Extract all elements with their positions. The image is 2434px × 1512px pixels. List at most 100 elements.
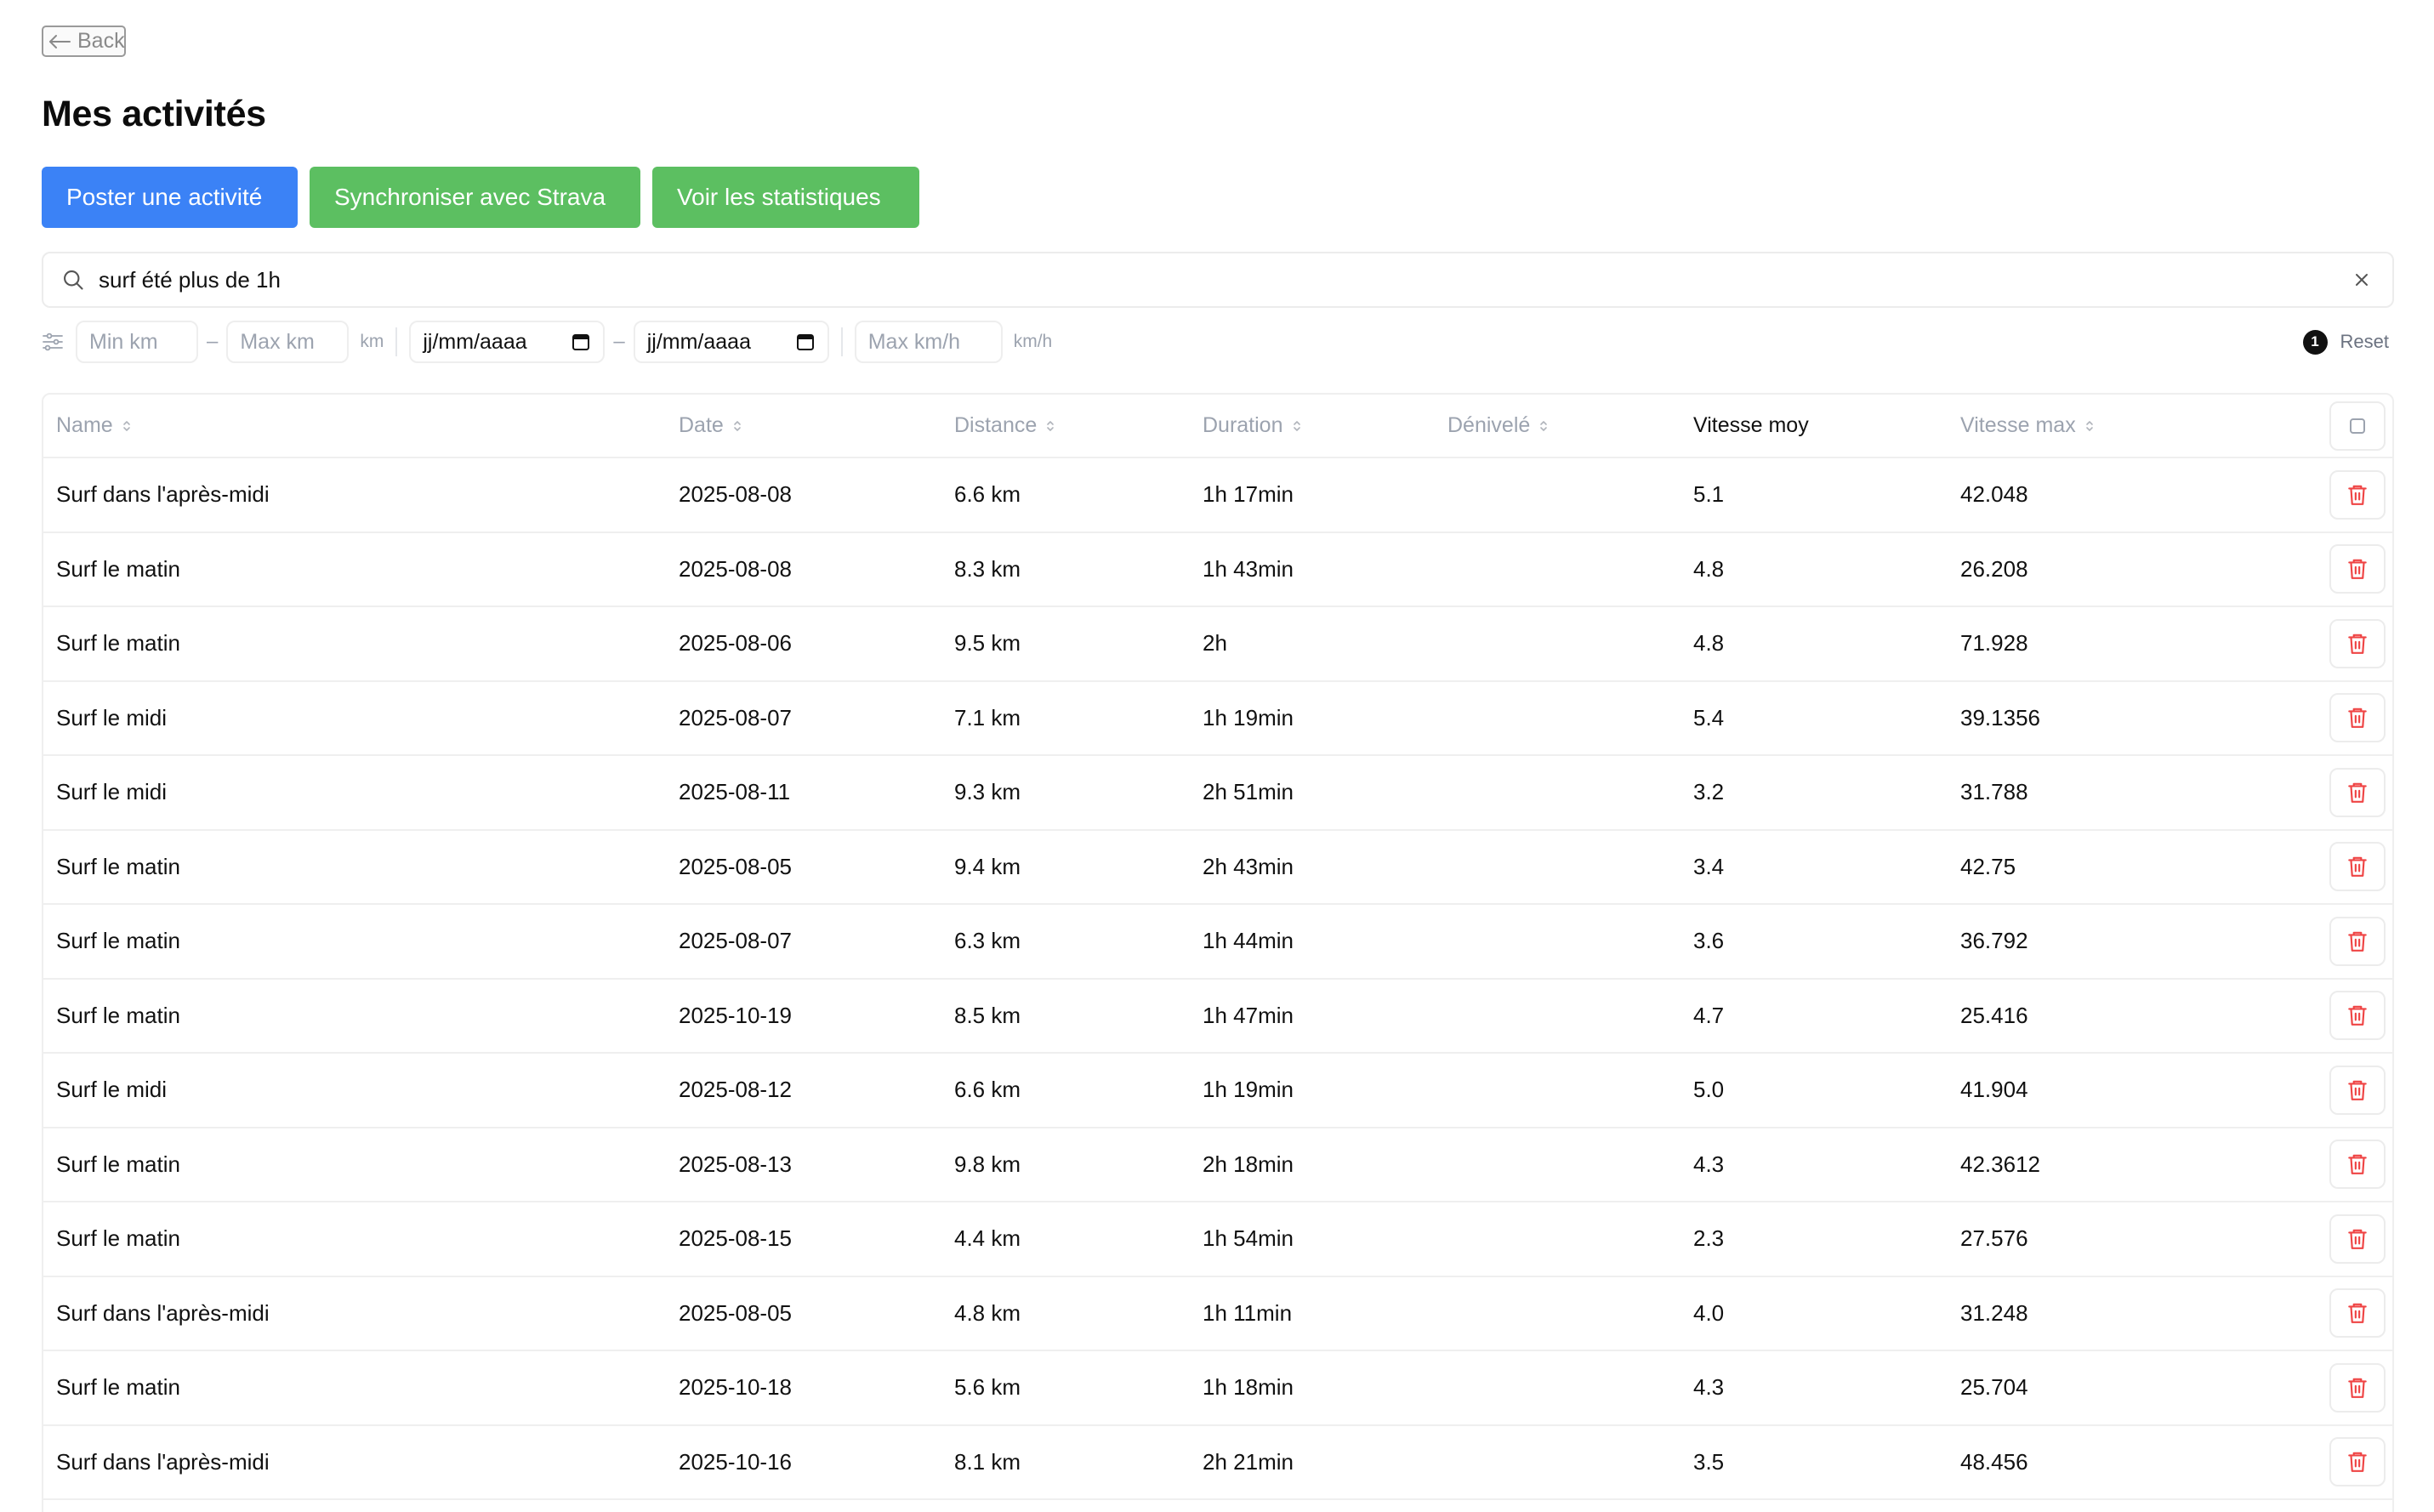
date-to-field[interactable]: jj/mm/aaaa bbox=[633, 321, 829, 363]
cell-elevation bbox=[1435, 1424, 1680, 1499]
post-activity-button[interactable]: Poster une activité bbox=[42, 167, 298, 228]
cell-elevation bbox=[1435, 605, 1680, 681]
cell-actions bbox=[2289, 977, 2392, 1053]
delete-button[interactable] bbox=[2329, 1362, 2386, 1413]
column-header-max-speed[interactable]: Vitesse max bbox=[1948, 395, 2289, 458]
max-speed-field[interactable] bbox=[854, 321, 1003, 363]
cell-distance: 6.6 km bbox=[941, 1052, 1190, 1128]
table-row[interactable]: Surf dans l'après-midi 2025-08-05 4.8 km… bbox=[43, 1275, 2392, 1350]
delete-button[interactable] bbox=[2329, 618, 2386, 668]
cell-date: 2025-08-05 bbox=[666, 828, 941, 904]
activities-table: Name Date Distance Duration Dénivelé Vit… bbox=[42, 393, 2394, 1512]
table-row[interactable]: Surf le matin 2025-10-19 8.5 km 1h 47min… bbox=[43, 977, 2392, 1053]
delete-button[interactable] bbox=[2329, 1288, 2386, 1339]
delete-button[interactable] bbox=[2329, 916, 2386, 966]
back-button[interactable]: Back bbox=[42, 26, 126, 57]
cell-elevation bbox=[1435, 1052, 1680, 1128]
trash-icon bbox=[2348, 1154, 2367, 1175]
sort-icon bbox=[122, 421, 130, 432]
cell-date: 2025-08-07 bbox=[666, 903, 941, 979]
cell-name bbox=[43, 1498, 666, 1512]
table-row[interactable]: Surf dans l'après-midi 2025-10-16 8.1 km… bbox=[43, 1424, 2392, 1499]
cell-duration: 1h 19min bbox=[1190, 679, 1435, 755]
cell-max-speed: 36.792 bbox=[1948, 903, 2289, 979]
column-header-duration[interactable]: Duration bbox=[1190, 395, 1435, 458]
cell-avg-speed: 5.1 bbox=[1680, 457, 1948, 532]
min-km-field[interactable] bbox=[76, 321, 198, 363]
cell-duration bbox=[1190, 1498, 1435, 1512]
table-header-row: Name Date Distance Duration Dénivelé Vit… bbox=[43, 395, 2392, 458]
date-from-field[interactable]: jj/mm/aaaa bbox=[409, 321, 606, 363]
cell-name: Surf dans l'après-midi bbox=[43, 457, 666, 532]
column-header-distance[interactable]: Distance bbox=[941, 395, 1190, 458]
calendar-icon[interactable] bbox=[571, 332, 591, 352]
cell-name: Surf le matin bbox=[43, 828, 666, 904]
calendar-icon[interactable] bbox=[795, 332, 816, 352]
close-icon[interactable] bbox=[2352, 270, 2372, 290]
sync-strava-button[interactable]: Synchroniser avec Strava bbox=[310, 167, 640, 228]
max-speed-input[interactable] bbox=[867, 329, 989, 355]
delete-button[interactable] bbox=[2329, 767, 2386, 817]
column-header-name[interactable]: Name bbox=[43, 395, 666, 458]
trash-icon bbox=[2348, 559, 2367, 580]
km-unit-label: km bbox=[360, 332, 384, 351]
search-bar bbox=[42, 252, 2394, 308]
delete-button[interactable] bbox=[2329, 693, 2386, 743]
range-dash: – bbox=[613, 330, 625, 353]
table-row[interactable]: Surf le midi 2025-08-07 7.1 km 1h 19min … bbox=[43, 679, 2392, 755]
column-header-elevation[interactable]: Dénivelé bbox=[1435, 395, 1680, 458]
table-row[interactable]: Surf le midi 2025-08-11 9.3 km 2h 51min … bbox=[43, 754, 2392, 830]
table-row[interactable]: Surf le matin 2025-08-08 8.3 km 1h 43min… bbox=[43, 531, 2392, 606]
sort-icon bbox=[2085, 421, 2093, 432]
delete-button[interactable] bbox=[2329, 544, 2386, 594]
cell-avg-speed: 3.4 bbox=[1680, 828, 1948, 904]
table-row[interactable]: Surf le matin 2025-08-06 9.5 km 2h 4.8 7… bbox=[43, 605, 2392, 681]
delete-button[interactable] bbox=[2329, 1065, 2386, 1115]
cell-distance: 9.3 km bbox=[941, 754, 1190, 830]
table-body: Surf dans l'après-midi 2025-08-08 6.6 km… bbox=[43, 457, 2392, 1512]
table-row[interactable]: Surf dans l'après-midi 2025-08-08 6.6 km… bbox=[43, 457, 2392, 532]
cell-duration: 1h 54min bbox=[1190, 1201, 1435, 1276]
max-km-input[interactable] bbox=[240, 329, 336, 355]
cell-max-speed: 26.208 bbox=[1948, 531, 2289, 606]
table-row[interactable]: Surf le matin 2025-08-15 4.4 km 1h 54min… bbox=[43, 1201, 2392, 1276]
view-statistics-button[interactable]: Voir les statistiques bbox=[652, 167, 919, 228]
filter-divider bbox=[395, 327, 398, 356]
cell-distance: 6.6 km bbox=[941, 457, 1190, 532]
cell-date: 2025-10-19 bbox=[666, 977, 941, 1053]
cell-avg-speed: 3.2 bbox=[1680, 754, 1948, 830]
cell-actions bbox=[2289, 1498, 2392, 1512]
cell-duration: 2h 21min bbox=[1190, 1424, 1435, 1499]
delete-button[interactable] bbox=[2329, 842, 2386, 892]
cell-actions bbox=[2289, 457, 2392, 532]
table-row[interactable]: Surf le matin 2025-08-05 9.4 km 2h 43min… bbox=[43, 828, 2392, 904]
cell-distance: 5.6 km bbox=[941, 1350, 1190, 1425]
column-header-date[interactable]: Date bbox=[666, 395, 941, 458]
cell-avg-speed: 2.3 bbox=[1680, 1201, 1948, 1276]
cell-duration: 1h 47min bbox=[1190, 977, 1435, 1053]
cell-avg-speed: 3.5 bbox=[1680, 1424, 1948, 1499]
column-header-avg-speed: Vitesse moy bbox=[1693, 413, 1809, 437]
min-km-input[interactable] bbox=[89, 329, 185, 355]
cell-name: Surf le matin bbox=[43, 531, 666, 606]
reset-filters-button[interactable]: Reset bbox=[2340, 331, 2389, 353]
table-row[interactable] bbox=[43, 1498, 2392, 1512]
cell-avg-speed: 4.3 bbox=[1680, 1350, 1948, 1425]
cell-actions bbox=[2289, 605, 2392, 681]
cell-max-speed: 31.788 bbox=[1948, 754, 2289, 830]
delete-button[interactable] bbox=[2329, 1214, 2386, 1264]
table-row[interactable]: Surf le matin 2025-08-07 6.3 km 1h 44min… bbox=[43, 903, 2392, 979]
max-km-field[interactable] bbox=[226, 321, 350, 363]
delete-button[interactable] bbox=[2329, 1140, 2386, 1190]
cell-date: 2025-10-16 bbox=[666, 1424, 941, 1499]
delete-button[interactable] bbox=[2329, 991, 2386, 1041]
cell-duration: 1h 11min bbox=[1190, 1275, 1435, 1350]
delete-button[interactable] bbox=[2329, 1437, 2386, 1487]
search-input[interactable] bbox=[99, 266, 2352, 293]
delete-button[interactable] bbox=[2329, 469, 2386, 520]
table-row[interactable]: Surf le matin 2025-10-18 5.6 km 1h 18min… bbox=[43, 1350, 2392, 1425]
table-row[interactable]: Surf le matin 2025-08-13 9.8 km 2h 18min… bbox=[43, 1126, 2392, 1202]
select-all-checkbox[interactable] bbox=[2329, 401, 2386, 451]
table-row[interactable]: Surf le midi 2025-08-12 6.6 km 1h 19min … bbox=[43, 1052, 2392, 1128]
trash-icon bbox=[2348, 856, 2367, 878]
